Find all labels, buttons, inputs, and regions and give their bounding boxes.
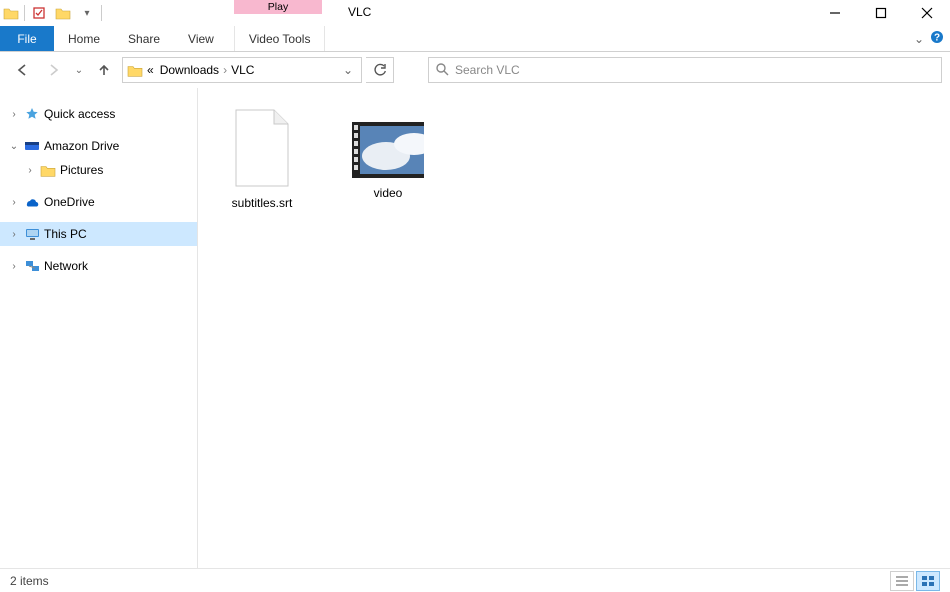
sidebar-item-label: Amazon Drive <box>44 139 119 153</box>
back-button[interactable] <box>8 56 36 84</box>
chevron-down-icon[interactable]: ⌄ <box>8 141 20 152</box>
refresh-button[interactable] <box>366 57 394 83</box>
file-item-subtitles[interactable]: subtitles.srt <box>214 106 310 210</box>
folder-icon <box>127 62 143 78</box>
file-label: subtitles.srt <box>232 196 293 210</box>
sidebar-item-pictures[interactable]: › Pictures <box>0 158 197 182</box>
app-folder-icon <box>0 2 22 24</box>
chevron-right-icon[interactable]: › <box>24 165 36 176</box>
title-bar: ▾ Play VLC <box>0 0 950 26</box>
tab-share[interactable]: Share <box>114 26 174 51</box>
sidebar-item-label: Quick access <box>44 107 115 121</box>
amazon-drive-icon <box>24 138 40 154</box>
search-icon <box>435 62 449 79</box>
separator <box>101 5 102 21</box>
breadcrumb-downloads[interactable]: Downloads <box>158 63 221 77</box>
help-icon[interactable]: ? <box>930 30 944 47</box>
file-menu[interactable]: File <box>0 26 54 51</box>
tab-home[interactable]: Home <box>54 26 114 51</box>
sidebar-item-network[interactable]: › Network <box>0 254 197 278</box>
chevron-right-icon[interactable]: › <box>8 229 20 240</box>
sidebar-item-label: This PC <box>44 227 87 241</box>
chevron-right-icon[interactable]: › <box>223 63 227 77</box>
ribbon-collapse-icon[interactable]: ⌄ <box>914 32 924 46</box>
tab-video-tools[interactable]: Video Tools <box>234 26 326 51</box>
address-dropdown-icon[interactable]: ⌄ <box>339 63 357 77</box>
search-box[interactable] <box>428 57 942 83</box>
tab-view[interactable]: View <box>174 26 228 51</box>
breadcrumb-prefix[interactable]: « <box>145 63 156 77</box>
breadcrumb-vlc[interactable]: VLC <box>229 63 256 77</box>
forward-button[interactable] <box>40 56 68 84</box>
sidebar-item-label: OneDrive <box>44 195 95 209</box>
large-icons-view-button[interactable] <box>916 571 940 591</box>
chevron-right-icon[interactable]: › <box>8 261 20 272</box>
status-item-count: 2 items <box>10 574 49 588</box>
chevron-right-icon[interactable]: › <box>8 109 20 120</box>
onedrive-icon <box>24 194 40 210</box>
status-bar: 2 items <box>0 568 950 592</box>
ribbon: File Home Share View Video Tools ⌄ ? <box>0 26 950 52</box>
minimize-button[interactable] <box>812 0 858 26</box>
file-list[interactable]: subtitles.srt video <box>198 88 950 568</box>
video-file-icon <box>352 120 424 180</box>
separator <box>24 5 25 21</box>
maximize-button[interactable] <box>858 0 904 26</box>
details-view-button[interactable] <box>890 571 914 591</box>
text-file-icon <box>226 106 298 190</box>
star-icon <box>24 106 40 122</box>
sidebar-item-onedrive[interactable]: › OneDrive <box>0 190 197 214</box>
qat-properties-icon[interactable] <box>27 2 51 24</box>
svg-text:?: ? <box>934 33 940 44</box>
close-button[interactable] <box>904 0 950 26</box>
qat-customize-icon[interactable]: ▾ <box>75 2 99 24</box>
qat-newfolder-icon[interactable] <box>51 2 75 24</box>
network-icon <box>24 258 40 274</box>
address-bar[interactable]: « Downloads › VLC ⌄ <box>122 57 362 83</box>
sidebar-item-this-pc[interactable]: › This PC <box>0 222 197 246</box>
folder-icon <box>40 162 56 178</box>
navigation-pane: › Quick access ⌄ Amazon Drive › Pictures… <box>0 88 198 568</box>
sidebar-item-label: Pictures <box>60 163 103 177</box>
up-button[interactable] <box>90 56 118 84</box>
recent-locations-icon[interactable]: ⌄ <box>72 56 86 84</box>
file-label: video <box>374 186 403 200</box>
main-area: › Quick access ⌄ Amazon Drive › Pictures… <box>0 88 950 568</box>
search-input[interactable] <box>455 63 935 77</box>
sidebar-item-amazon-drive[interactable]: ⌄ Amazon Drive <box>0 134 197 158</box>
sidebar-item-quick-access[interactable]: › Quick access <box>0 102 197 126</box>
chevron-right-icon[interactable]: › <box>8 197 20 208</box>
file-item-video[interactable]: video <box>340 106 436 200</box>
window-title: VLC <box>348 5 371 19</box>
sidebar-item-label: Network <box>44 259 88 273</box>
navigation-bar: ⌄ « Downloads › VLC ⌄ <box>0 52 950 88</box>
pc-icon <box>24 226 40 242</box>
contextual-tab-header: Play <box>234 0 322 14</box>
